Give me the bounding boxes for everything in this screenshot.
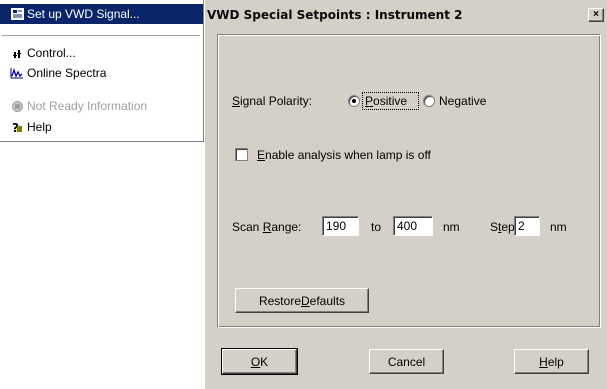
enable-analysis-label: Enable analysis when lamp is off bbox=[257, 148, 431, 162]
scan-range-to-label: to bbox=[371, 220, 382, 234]
menu-separator bbox=[2, 35, 200, 37]
dialog-title: VWD Special Setpoints : Instrument 2 bbox=[207, 8, 463, 22]
restore-defaults-button[interactable]: Restore Defaults bbox=[235, 288, 369, 313]
negative-radio[interactable] bbox=[423, 95, 435, 107]
vwd-special-setpoints-dialog: VWD Special Setpoints : Instrument 2 × S… bbox=[204, 0, 607, 389]
negative-label: Negative bbox=[439, 94, 487, 108]
setpoints-panel bbox=[217, 34, 601, 328]
menu-item-label: Not Ready Information bbox=[27, 99, 148, 113]
context-menu: Set up VWD Signal... Control... Online S… bbox=[0, 0, 204, 142]
menu-item-online-spectra[interactable]: Online Spectra bbox=[0, 63, 203, 83]
menu-item-label: Set up VWD Signal... bbox=[27, 7, 140, 21]
scan-range-label: Scan Range: bbox=[232, 220, 302, 234]
menu-item-setup-vwd-signal[interactable]: Set up VWD Signal... bbox=[0, 4, 203, 24]
step-unit-label: nm bbox=[550, 220, 567, 234]
menu-item-label: Help bbox=[27, 120, 52, 134]
scan-range-unit-label: nm bbox=[443, 220, 460, 234]
step-input[interactable]: 2 bbox=[514, 216, 540, 236]
menu-item-help[interactable]: ? Help bbox=[0, 117, 203, 137]
help-button[interactable]: Help bbox=[514, 349, 589, 374]
control-icon bbox=[10, 46, 24, 60]
help-icon: ? bbox=[10, 120, 24, 134]
menu-item-not-ready-information[interactable]: Not Ready Information bbox=[0, 96, 203, 116]
spectra-icon bbox=[10, 66, 24, 80]
not-ready-icon bbox=[10, 99, 24, 113]
scan-range-from-input[interactable]: 190 bbox=[322, 216, 359, 236]
menu-item-label: Online Spectra bbox=[27, 66, 107, 80]
step-label: Step bbox=[490, 220, 515, 234]
cancel-button[interactable]: Cancel bbox=[369, 349, 444, 374]
enable-analysis-checkbox[interactable] bbox=[235, 148, 248, 161]
positive-radio[interactable] bbox=[348, 95, 360, 107]
radio-selected-dot bbox=[352, 99, 356, 103]
menu-item-label: Control... bbox=[27, 46, 76, 60]
signal-polarity-label: Signal Polarity: bbox=[232, 94, 313, 108]
signal-polarity-label-text: ignal Polarity: bbox=[240, 94, 313, 108]
dialog-titlebar: VWD Special Setpoints : Instrument 2 × bbox=[205, 0, 607, 32]
ok-button[interactable]: OK bbox=[221, 348, 298, 375]
enable-analysis-label-text: nable analysis when lamp is off bbox=[265, 148, 431, 162]
close-button[interactable]: × bbox=[588, 8, 604, 22]
positive-label: Positive bbox=[365, 94, 408, 108]
signal-setup-icon bbox=[10, 7, 24, 21]
positive-label-text: ositive bbox=[373, 94, 408, 108]
close-icon: × bbox=[593, 9, 599, 20]
scan-range-to-input[interactable]: 400 bbox=[393, 216, 433, 236]
menu-item-control[interactable]: Control... bbox=[0, 43, 203, 63]
